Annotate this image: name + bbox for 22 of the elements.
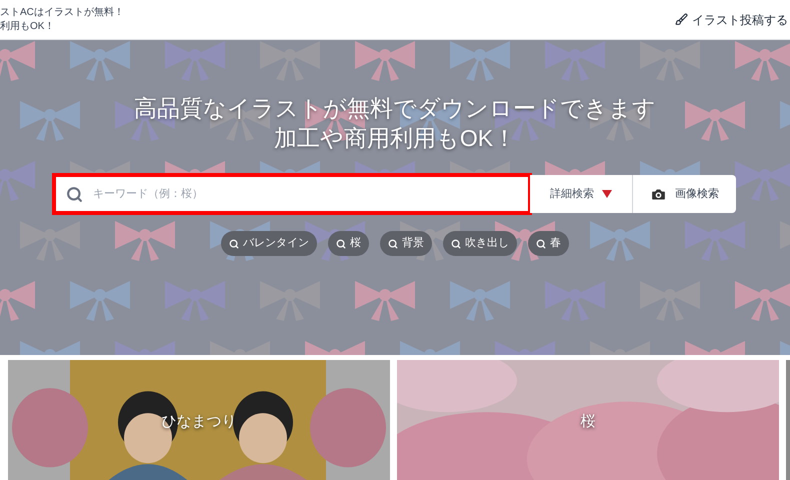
keyword-search-field[interactable]: キーワード（例：桜） — [52, 173, 532, 215]
search-icon — [336, 238, 346, 248]
tag-chip[interactable]: 背景 — [380, 231, 432, 256]
card-label: 桜 — [580, 412, 596, 432]
keyword-input[interactable]: キーワード（例：桜） — [93, 186, 528, 202]
headline-text: 加工や商用利用もOK！ — [274, 124, 516, 153]
search-icon — [229, 238, 239, 248]
tag-chip[interactable]: 吹き出し — [443, 231, 517, 256]
brush-icon — [675, 13, 688, 26]
search-icon — [451, 238, 461, 248]
tag-chip[interactable]: 春 — [528, 231, 569, 256]
dropdown-triangle-icon — [602, 190, 612, 198]
search-icon — [66, 186, 83, 202]
tagline-text: 利用もOK！ — [0, 20, 56, 34]
tag-chip[interactable]: 桜 — [328, 231, 369, 256]
image-search-button[interactable]: 画像検索 — [633, 175, 736, 213]
tagline-text: ストACはイラストが無料！ — [0, 6, 124, 20]
tag-chip[interactable]: バレンタイン — [221, 231, 317, 256]
post-illustration-link[interactable]: イラスト投稿する — [675, 10, 788, 28]
detail-search-button[interactable]: 詳細検索 — [530, 175, 633, 213]
search-icon — [536, 238, 546, 248]
search-icon — [388, 238, 398, 248]
